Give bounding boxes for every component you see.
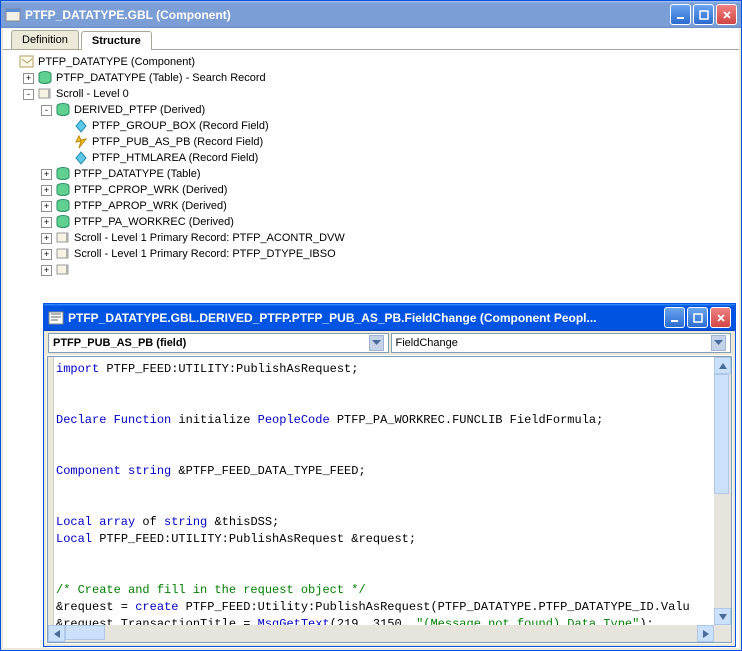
code-window-controls [664,307,731,328]
tree-label: PTFP_DATATYPE (Component) [38,54,195,70]
expander[interactable]: + [41,249,52,260]
expander-blank [5,57,16,68]
component-icon [19,54,35,70]
structure-tree: PTFP_DATATYPE (Component) + PTFP_DATATYP… [3,50,739,282]
code-field-icon [73,134,89,150]
tree-label: DERIVED_PTFP (Derived) [74,102,205,118]
event-selector-combo[interactable]: FieldChange [391,333,732,353]
tree-item[interactable]: - DERIVED_PTFP (Derived) [5,102,737,118]
tree-item[interactable]: + PTFP_DATATYPE (Table) [5,166,737,182]
close-button[interactable] [710,307,731,328]
tree-label: PTFP_APROP_WRK (Derived) [74,198,227,214]
code-area: import PTFP_FEED:UTILITY:PublishAsReques… [47,356,732,643]
field-icon [73,150,89,166]
scrollbar-corner [714,625,731,642]
tree-item[interactable]: + Scroll - Level 1 Primary Record: PTFP_… [5,230,737,246]
scroll-left-button[interactable] [48,625,65,642]
field-selector-combo[interactable]: PTFP_PUB_AS_PB (field) [48,333,389,353]
scroll-right-button[interactable] [697,625,714,642]
tree-item[interactable]: + PTFP_APROP_WRK (Derived) [5,198,737,214]
tree-label: Scroll - Level 1 Primary Record: PTFP_DT… [74,246,336,262]
scroll-icon [37,86,53,102]
maximize-button[interactable] [693,4,714,25]
expander[interactable]: + [23,73,34,84]
table-icon [55,102,71,118]
tree-item[interactable]: - Scroll - Level 0 [5,86,737,102]
tree-label: PTFP_DATATYPE (Table) - Search Record [56,70,266,86]
expander[interactable]: - [41,105,52,116]
main-titlebar[interactable]: PTFP_DATATYPE.GBL (Component) [1,1,741,28]
table-icon [55,214,71,230]
scroll-icon [55,246,71,262]
table-icon [37,70,53,86]
expander[interactable]: + [41,201,52,212]
tree-item[interactable]: + PTFP_PA_WORKREC (Derived) [5,214,737,230]
code-client-area: PTFP_PUB_AS_PB (field) FieldChange impor… [46,331,733,644]
scroll-icon [55,262,71,278]
table-icon [55,182,71,198]
code-titlebar[interactable]: PTFP_DATATYPE.GBL.DERIVED_PTFP.PTFP_PUB_… [44,304,735,331]
tree-label: Scroll - Level 0 [56,86,129,102]
scroll-thumb[interactable] [714,374,729,494]
tab-structure[interactable]: Structure [81,31,152,50]
tree-label: PTFP_PUB_AS_PB (Record Field) [92,134,263,150]
scroll-thumb[interactable] [65,625,105,640]
expander-blank [59,121,70,132]
expander[interactable]: + [41,233,52,244]
component-icon [5,8,21,22]
chevron-down-icon[interactable] [711,335,726,351]
tabs-row: Definition Structure [3,28,739,50]
tree-item[interactable]: PTFP_PUB_AS_PB (Record Field) [5,134,737,150]
tree-label: PTFP_DATATYPE (Table) [74,166,201,182]
tree-item[interactable]: + Scroll - Level 1 Primary Record: PTFP_… [5,246,737,262]
tree-label: PTFP_GROUP_BOX (Record Field) [92,118,269,134]
main-title-text: PTFP_DATATYPE.GBL (Component) [25,8,670,22]
expander-blank [59,153,70,164]
code-title-text: PTFP_DATATYPE.GBL.DERIVED_PTFP.PTFP_PUB_… [68,311,664,325]
scroll-icon [55,230,71,246]
scroll-down-button[interactable] [714,608,731,625]
combo-text: FieldChange [396,337,712,349]
tree-item[interactable]: + PTFP_DATATYPE (Table) - Search Record [5,70,737,86]
field-icon [73,118,89,134]
expander[interactable]: - [23,89,34,100]
scroll-up-button[interactable] [714,357,731,374]
tree-label: PTFP_CPROP_WRK (Derived) [74,182,227,198]
close-button[interactable] [716,4,737,25]
table-icon [55,166,71,182]
scrollbar-horizontal[interactable] [48,625,714,642]
code-window-icon [48,311,64,325]
code-toolbar: PTFP_PUB_AS_PB (field) FieldChange [46,331,733,355]
expander[interactable]: + [41,169,52,180]
minimize-button[interactable] [664,307,685,328]
expander[interactable]: + [41,265,52,276]
tree-label: PTFP_HTMLAREA (Record Field) [92,150,258,166]
tree-label: Scroll - Level 1 Primary Record: PTFP_AC… [74,230,345,246]
minimize-button[interactable] [670,4,691,25]
expander[interactable]: + [41,185,52,196]
tree-item[interactable]: + [5,262,737,278]
combo-text: PTFP_PUB_AS_PB (field) [53,337,369,349]
tree-item[interactable]: + PTFP_CPROP_WRK (Derived) [5,182,737,198]
expander-blank [59,137,70,148]
scrollbar-vertical[interactable] [714,357,731,625]
main-window-controls [670,4,737,25]
maximize-button[interactable] [687,307,708,328]
table-icon [55,198,71,214]
scroll-track[interactable] [714,374,731,608]
code-content[interactable]: import PTFP_FEED:UTILITY:PublishAsReques… [54,357,731,642]
tree-item[interactable]: PTFP_GROUP_BOX (Record Field) [5,118,737,134]
tree-label: PTFP_PA_WORKREC (Derived) [74,214,234,230]
code-editor-window: PTFP_DATATYPE.GBL.DERIVED_PTFP.PTFP_PUB_… [43,303,736,647]
chevron-down-icon[interactable] [369,335,384,351]
expander[interactable]: + [41,217,52,228]
tab-definition[interactable]: Definition [11,30,79,49]
tree-item-root[interactable]: PTFP_DATATYPE (Component) [5,54,737,70]
scroll-track[interactable] [65,625,697,642]
tree-item[interactable]: PTFP_HTMLAREA (Record Field) [5,150,737,166]
